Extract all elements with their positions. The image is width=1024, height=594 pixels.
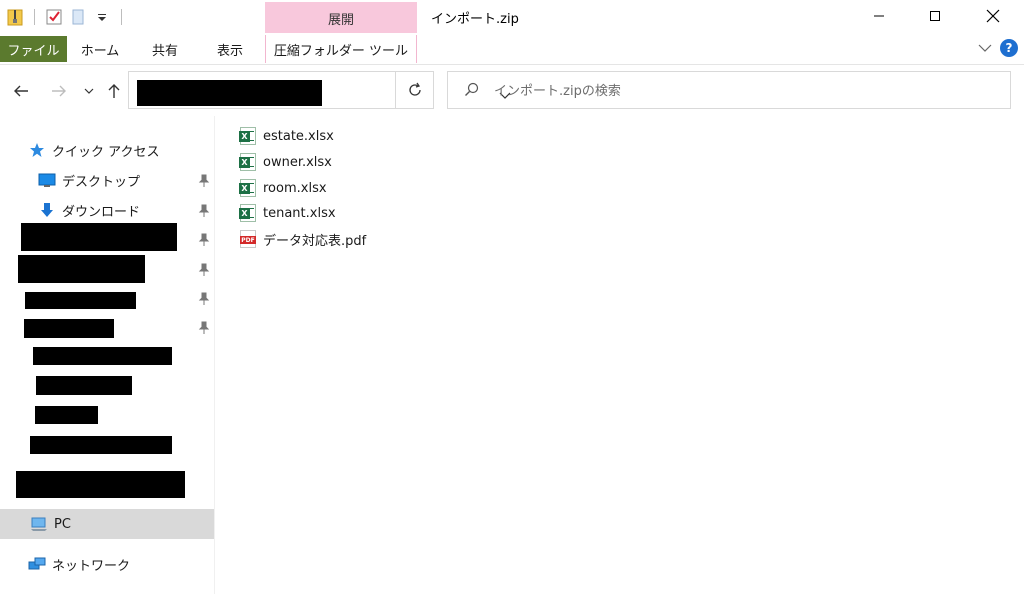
context-tab-label: 展開: [327, 13, 354, 28]
redacted-item: [21, 223, 177, 251]
minimize-icon: [874, 15, 884, 17]
window-title: インポート.zip: [431, 12, 519, 27]
address-bar[interactable]: [128, 71, 511, 109]
redacted-item: [30, 436, 172, 454]
tab-compressed-folder-tools[interactable]: 圧縮フォルダー ツール: [265, 35, 417, 63]
excel-file-icon: X: [239, 179, 258, 197]
tab-file[interactable]: ファイル: [0, 36, 67, 62]
nav-pc-label: PC: [54, 516, 71, 532]
nav-quick-access-label: クイック アクセス: [52, 144, 160, 160]
redacted-path: [137, 80, 322, 106]
nav-network[interactable]: ネットワーク: [28, 552, 130, 576]
recent-locations-button[interactable]: [78, 78, 100, 104]
pin-icon[interactable]: [197, 321, 211, 335]
download-arrow-icon: [38, 201, 56, 219]
pin-icon[interactable]: [197, 174, 211, 188]
desktop-icon: [38, 171, 56, 189]
context-tab-extract[interactable]: 展開: [265, 2, 417, 35]
search-input[interactable]: [494, 80, 994, 102]
file-item[interactable]: X owner.xlsx: [239, 150, 440, 174]
file-item[interactable]: X room.xlsx: [239, 176, 440, 200]
maximize-button[interactable]: [912, 0, 958, 32]
pin-icon[interactable]: [197, 204, 211, 218]
customize-toolbar-icon[interactable]: [93, 8, 111, 26]
zip-folder-icon: [6, 8, 24, 26]
nav-downloads[interactable]: ダウンロード: [38, 198, 140, 222]
nav-quick-access[interactable]: クイック アクセス: [28, 138, 159, 162]
computer-icon: [30, 515, 48, 533]
up-arrow-icon: [108, 84, 120, 98]
up-button[interactable]: [103, 78, 125, 104]
redacted-item: [16, 471, 185, 498]
star-icon: [28, 141, 46, 159]
excel-file-icon: X: [239, 153, 258, 171]
quick-access-toolbar: [6, 6, 126, 28]
file-name: estate.xlsx: [263, 128, 334, 144]
nav-downloads-label: ダウンロード: [62, 204, 141, 220]
close-button[interactable]: [970, 0, 1016, 32]
toolbar-separator: [121, 9, 122, 25]
chevron-down-icon: [84, 88, 94, 94]
maximize-icon: [930, 11, 940, 21]
address-row: [0, 66, 1024, 116]
network-icon: [28, 555, 46, 573]
redacted-item: [36, 376, 132, 395]
tab-share[interactable]: 共有: [140, 36, 190, 62]
file-name: データ対応表.pdf: [263, 233, 367, 249]
title-bar: 展開 インポート.zip: [0, 0, 1024, 35]
back-button[interactable]: [10, 78, 32, 104]
excel-file-icon: X: [239, 204, 258, 222]
navigation-pane: クイック アクセス デスクトップ ダウンロード PC ネットワーク: [0, 116, 215, 594]
close-icon: [986, 9, 1000, 23]
ribbon-tabs: ファイル ホーム 共有 表示 圧縮フォルダー ツール ?: [0, 33, 1024, 65]
help-button[interactable]: ?: [1000, 39, 1018, 57]
redacted-item: [18, 255, 145, 283]
file-item[interactable]: X tenant.xlsx: [239, 201, 440, 225]
nav-desktop[interactable]: デスクトップ: [38, 168, 140, 192]
file-name: tenant.xlsx: [263, 205, 336, 221]
pin-icon[interactable]: [197, 233, 211, 247]
file-item[interactable]: X estate.xlsx: [239, 124, 440, 148]
expand-ribbon-icon[interactable]: [978, 43, 992, 53]
tab-view[interactable]: 表示: [205, 36, 255, 62]
forward-arrow-icon: [52, 85, 66, 97]
search-box[interactable]: [447, 71, 1011, 109]
file-name: room.xlsx: [263, 180, 327, 196]
back-arrow-icon: [14, 85, 28, 97]
refresh-button[interactable]: [396, 71, 434, 109]
properties-icon[interactable]: [45, 8, 63, 26]
minimize-button[interactable]: [856, 0, 902, 32]
nav-network-label: ネットワーク: [52, 558, 131, 574]
redacted-item: [33, 347, 172, 365]
nav-pc[interactable]: PC: [30, 512, 71, 536]
search-icon: [464, 82, 480, 102]
help-icon: ?: [1005, 41, 1013, 55]
toolbar-separator: [34, 9, 35, 25]
redacted-item: [25, 292, 136, 309]
redacted-item: [35, 406, 98, 424]
file-item[interactable]: PDF データ対応表.pdf: [240, 227, 440, 251]
file-name: owner.xlsx: [263, 154, 332, 170]
excel-file-icon: X: [239, 127, 258, 145]
tab-home[interactable]: ホーム: [75, 36, 125, 62]
pin-icon[interactable]: [197, 263, 211, 277]
pin-icon[interactable]: [197, 292, 211, 306]
ribbon-right-controls: ?: [978, 39, 1018, 57]
new-folder-icon[interactable]: [69, 8, 87, 26]
forward-button[interactable]: [48, 78, 70, 104]
redacted-item: [24, 319, 114, 338]
pdf-file-icon: PDF: [240, 230, 258, 248]
nav-desktop-label: デスクトップ: [62, 174, 141, 190]
refresh-icon: [408, 82, 421, 96]
